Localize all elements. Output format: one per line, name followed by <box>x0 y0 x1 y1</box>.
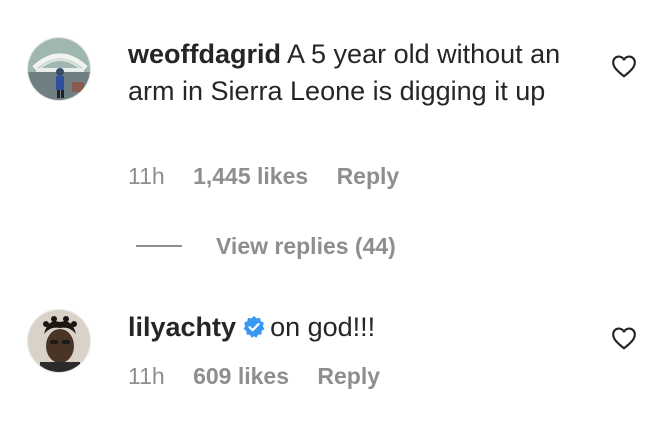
view-replies-label: View replies (44) <box>216 232 396 259</box>
comment-likes[interactable]: 609 likes <box>193 363 289 389</box>
comment-meta: 11h 609 likes Reply <box>128 362 402 390</box>
comment-time[interactable]: 11h <box>128 163 165 189</box>
reply-button[interactable]: Reply <box>317 363 380 389</box>
avatar-image <box>28 38 90 100</box>
comment-username[interactable]: lilyachty <box>128 312 236 342</box>
comment-username[interactable]: weoffdagrid <box>128 39 281 69</box>
comment-text: lilyachty on god!!! <box>128 309 588 346</box>
view-replies-button[interactable]: View replies (44) <box>136 232 396 260</box>
verified-badge-icon <box>243 316 265 338</box>
comment-body: on god!!! <box>270 312 376 342</box>
heart-outline-icon[interactable] <box>611 54 637 78</box>
comment-text: weoffdagrid A 5 year old without an arm … <box>128 36 588 110</box>
avatar-image <box>28 310 90 372</box>
avatar[interactable] <box>27 37 91 101</box>
view-replies-divider <box>136 245 182 247</box>
comment-meta: 11h 1,445 likes Reply <box>128 162 421 190</box>
reply-button[interactable]: Reply <box>337 163 400 189</box>
avatar[interactable] <box>27 309 91 373</box>
comment-likes[interactable]: 1,445 likes <box>193 163 308 189</box>
heart-outline-icon[interactable] <box>611 326 637 350</box>
comment-time[interactable]: 11h <box>128 363 165 389</box>
